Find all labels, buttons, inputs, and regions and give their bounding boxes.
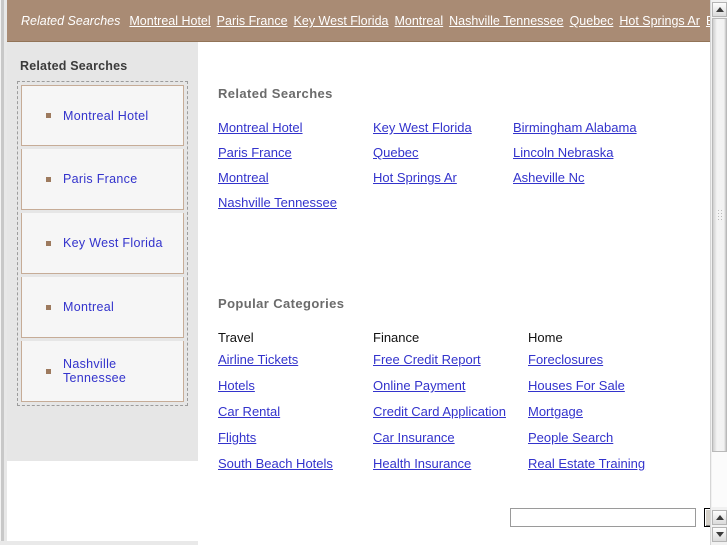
category-link-car-insurance[interactable]: Car Insurance (373, 430, 455, 445)
category-link-south-beach-hotels[interactable]: South Beach Hotels (218, 456, 333, 471)
related-link-nashville-tennessee[interactable]: Nashville Tennessee (218, 195, 337, 210)
related-link-montreal[interactable]: Montreal (218, 170, 269, 185)
bullet-icon (46, 304, 51, 310)
related-link-montreal-hotel[interactable]: Montreal Hotel (218, 120, 303, 135)
category-column-travel: Travel Airline Tickets Hotels Car Rental… (218, 330, 373, 482)
category-link-airline-tickets[interactable]: Airline Tickets (218, 352, 298, 367)
main-content: Related Searches Montreal Hotel Key West… (198, 42, 727, 545)
sidebar: Related Searches Montreal Hotel Paris Fr… (7, 42, 198, 461)
popular-categories-heading: Popular Categories (218, 296, 345, 311)
category-link-real-estate-training[interactable]: Real Estate Training (528, 456, 645, 471)
search-input[interactable] (510, 508, 696, 527)
category-column-finance: Finance Free Credit Report Online Paymen… (373, 330, 528, 482)
sidebar-item-label: Key West Florida (63, 236, 163, 250)
scroll-up-button-bottom[interactable] (712, 510, 727, 525)
category-link-foreclosures[interactable]: Foreclosures (528, 352, 603, 367)
topbar-link-hot-springs-ar[interactable]: Hot Springs Ar (616, 14, 703, 28)
category-title: Finance (373, 330, 420, 345)
category-link-flights[interactable]: Flights (218, 430, 256, 445)
related-searches-heading: Related Searches (218, 86, 333, 101)
top-related-searches-bar: Related Searches Montreal Hotel Paris Fr… (7, 0, 727, 42)
triangle-down-icon (715, 532, 724, 537)
category-link-credit-card-application[interactable]: Credit Card Application (373, 404, 506, 419)
category-link-health-insurance[interactable]: Health Insurance (373, 456, 471, 471)
sidebar-item-label: Montreal (63, 300, 115, 314)
related-link-hot-springs-ar[interactable]: Hot Springs Ar (373, 170, 457, 185)
category-title: Home (528, 330, 563, 345)
category-link-hotels[interactable]: Hotels (218, 378, 255, 393)
window-left-edge (0, 0, 7, 545)
related-link-paris-france[interactable]: Paris France (218, 145, 292, 160)
category-title: Travel (218, 330, 254, 345)
sidebar-item-paris-france[interactable]: Paris France (21, 149, 184, 210)
scrollbar-track[interactable] (712, 18, 727, 507)
search-form: Search (510, 508, 727, 527)
topbar-link-paris-france[interactable]: Paris France (214, 14, 291, 28)
topbar-link-montreal-hotel[interactable]: Montreal Hotel (126, 14, 213, 28)
scroll-down-button[interactable] (712, 527, 727, 542)
category-link-free-credit-report[interactable]: Free Credit Report (373, 352, 481, 367)
category-column-home: Home Foreclosures Houses For Sale Mortga… (528, 330, 688, 482)
topbar-link-nashville-tennessee[interactable]: Nashville Tennessee (446, 14, 566, 28)
related-searches-link-grid: Montreal Hotel Key West Florida Birmingh… (218, 120, 688, 210)
sidebar-item-label: Paris France (63, 172, 138, 186)
category-link-car-rental[interactable]: Car Rental (218, 404, 280, 419)
category-link-houses-for-sale[interactable]: Houses For Sale (528, 378, 625, 393)
sidebar-item-montreal-hotel[interactable]: Montreal Hotel (21, 85, 184, 146)
popular-categories-grid: Travel Airline Tickets Hotels Car Rental… (218, 330, 688, 482)
bullet-icon (46, 113, 51, 118)
topbar-label: Related Searches (21, 14, 121, 28)
sidebar-item-label: Montreal Hotel (63, 108, 149, 123)
category-link-mortgage[interactable]: Mortgage (528, 404, 583, 419)
topbar-link-key-west-florida[interactable]: Key West Florida (291, 14, 392, 28)
category-link-people-search[interactable]: People Search (528, 430, 613, 445)
vertical-scrollbar[interactable] (710, 0, 727, 545)
bullet-icon (46, 240, 51, 246)
bullet-icon (46, 368, 51, 374)
sidebar-item-montreal[interactable]: Montreal (21, 277, 184, 338)
related-link-lincoln-nebraska[interactable]: Lincoln Nebraska (513, 145, 613, 160)
topbar-link-montreal[interactable]: Montreal (391, 14, 446, 28)
scrollbar-thumb[interactable] (712, 18, 727, 452)
sidebar-item-key-west-florida[interactable]: Key West Florida (21, 213, 184, 274)
category-link-online-payment[interactable]: Online Payment (373, 378, 466, 393)
triangle-up-icon (715, 7, 724, 12)
scrollbar-grip-icon (717, 209, 724, 221)
related-link-asheville-nc[interactable]: Asheville Nc (513, 170, 585, 185)
sidebar-item-label: Nashville Tennessee (63, 357, 127, 385)
related-link-key-west-florida[interactable]: Key West Florida (373, 120, 472, 135)
sidebar-related-searches-list: Montreal Hotel Paris France Key West Flo… (17, 81, 188, 406)
topbar-link-quebec[interactable]: Quebec (567, 14, 617, 28)
bullet-icon (46, 176, 51, 182)
related-link-quebec[interactable]: Quebec (373, 145, 419, 160)
triangle-up-icon (715, 515, 724, 520)
sidebar-title: Related Searches (20, 59, 128, 73)
scroll-up-button[interactable] (712, 2, 727, 17)
page-root: Related Searches Montreal Hotel Paris Fr… (0, 0, 727, 545)
related-link-birmingham-alabama[interactable]: Birmingham Alabama (513, 120, 637, 135)
sidebar-item-nashville-tennessee[interactable]: Nashville Tennessee (21, 341, 184, 402)
